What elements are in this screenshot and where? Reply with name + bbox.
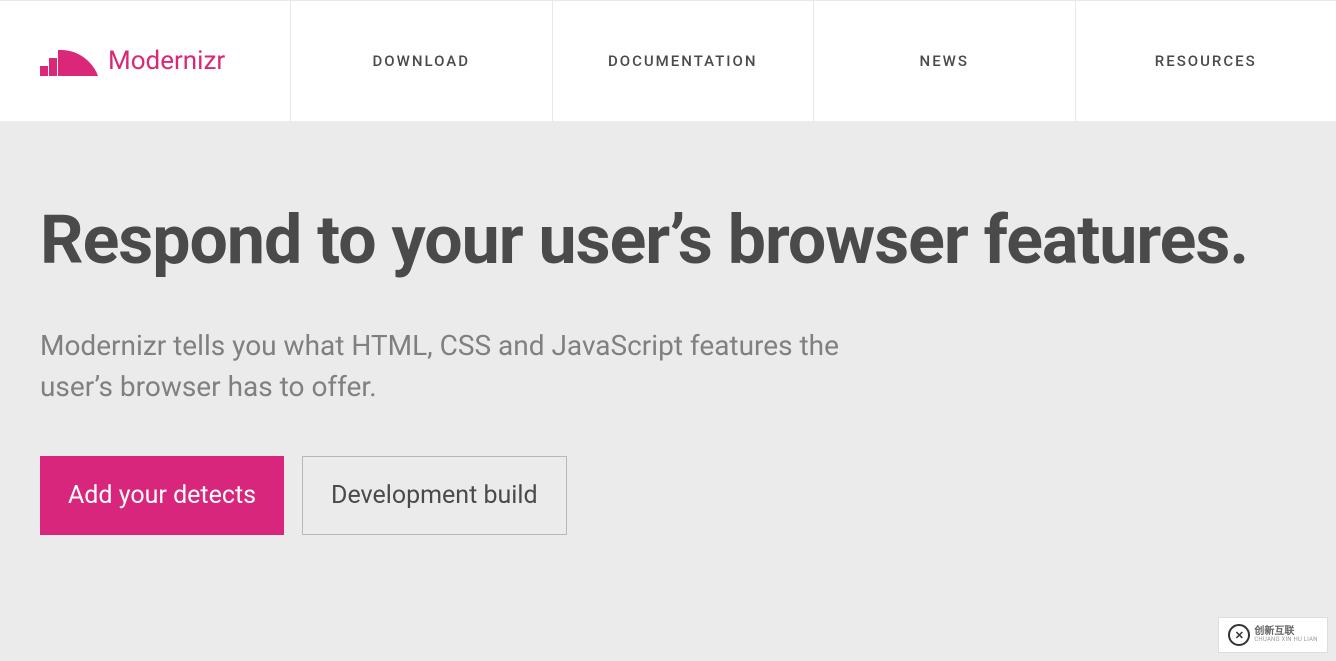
main-nav: DOWNLOAD DOCUMENTATION NEWS RESOURCES [290, 1, 1336, 121]
nav-resources[interactable]: RESOURCES [1075, 1, 1336, 121]
logo-text: Modernizr [108, 46, 225, 76]
watermark: ✕ 创新互联 CHUANG XIN HU LIAN [1218, 617, 1328, 653]
watermark-sub: CHUANG XIN HU LIAN [1254, 637, 1317, 643]
logo[interactable]: Modernizr [0, 46, 290, 76]
cta-buttons: Add your detects Development build [40, 456, 1296, 535]
add-detects-button[interactable]: Add your detects [40, 456, 284, 535]
site-header: Modernizr DOWNLOAD DOCUMENTATION NEWS RE… [0, 0, 1336, 121]
nav-news[interactable]: NEWS [813, 1, 1075, 121]
watermark-icon: ✕ [1228, 624, 1250, 646]
development-build-button[interactable]: Development build [302, 456, 567, 535]
hero-title: Respond to your user’s browser features. [40, 196, 1296, 284]
hero-subtitle: Modernizr tells you what HTML, CSS and J… [40, 326, 840, 407]
nav-documentation[interactable]: DOCUMENTATION [552, 1, 814, 121]
nav-download[interactable]: DOWNLOAD [290, 1, 552, 121]
hero-section: Respond to your user’s browser features.… [0, 121, 1336, 575]
modernizr-logo-icon [40, 46, 100, 76]
